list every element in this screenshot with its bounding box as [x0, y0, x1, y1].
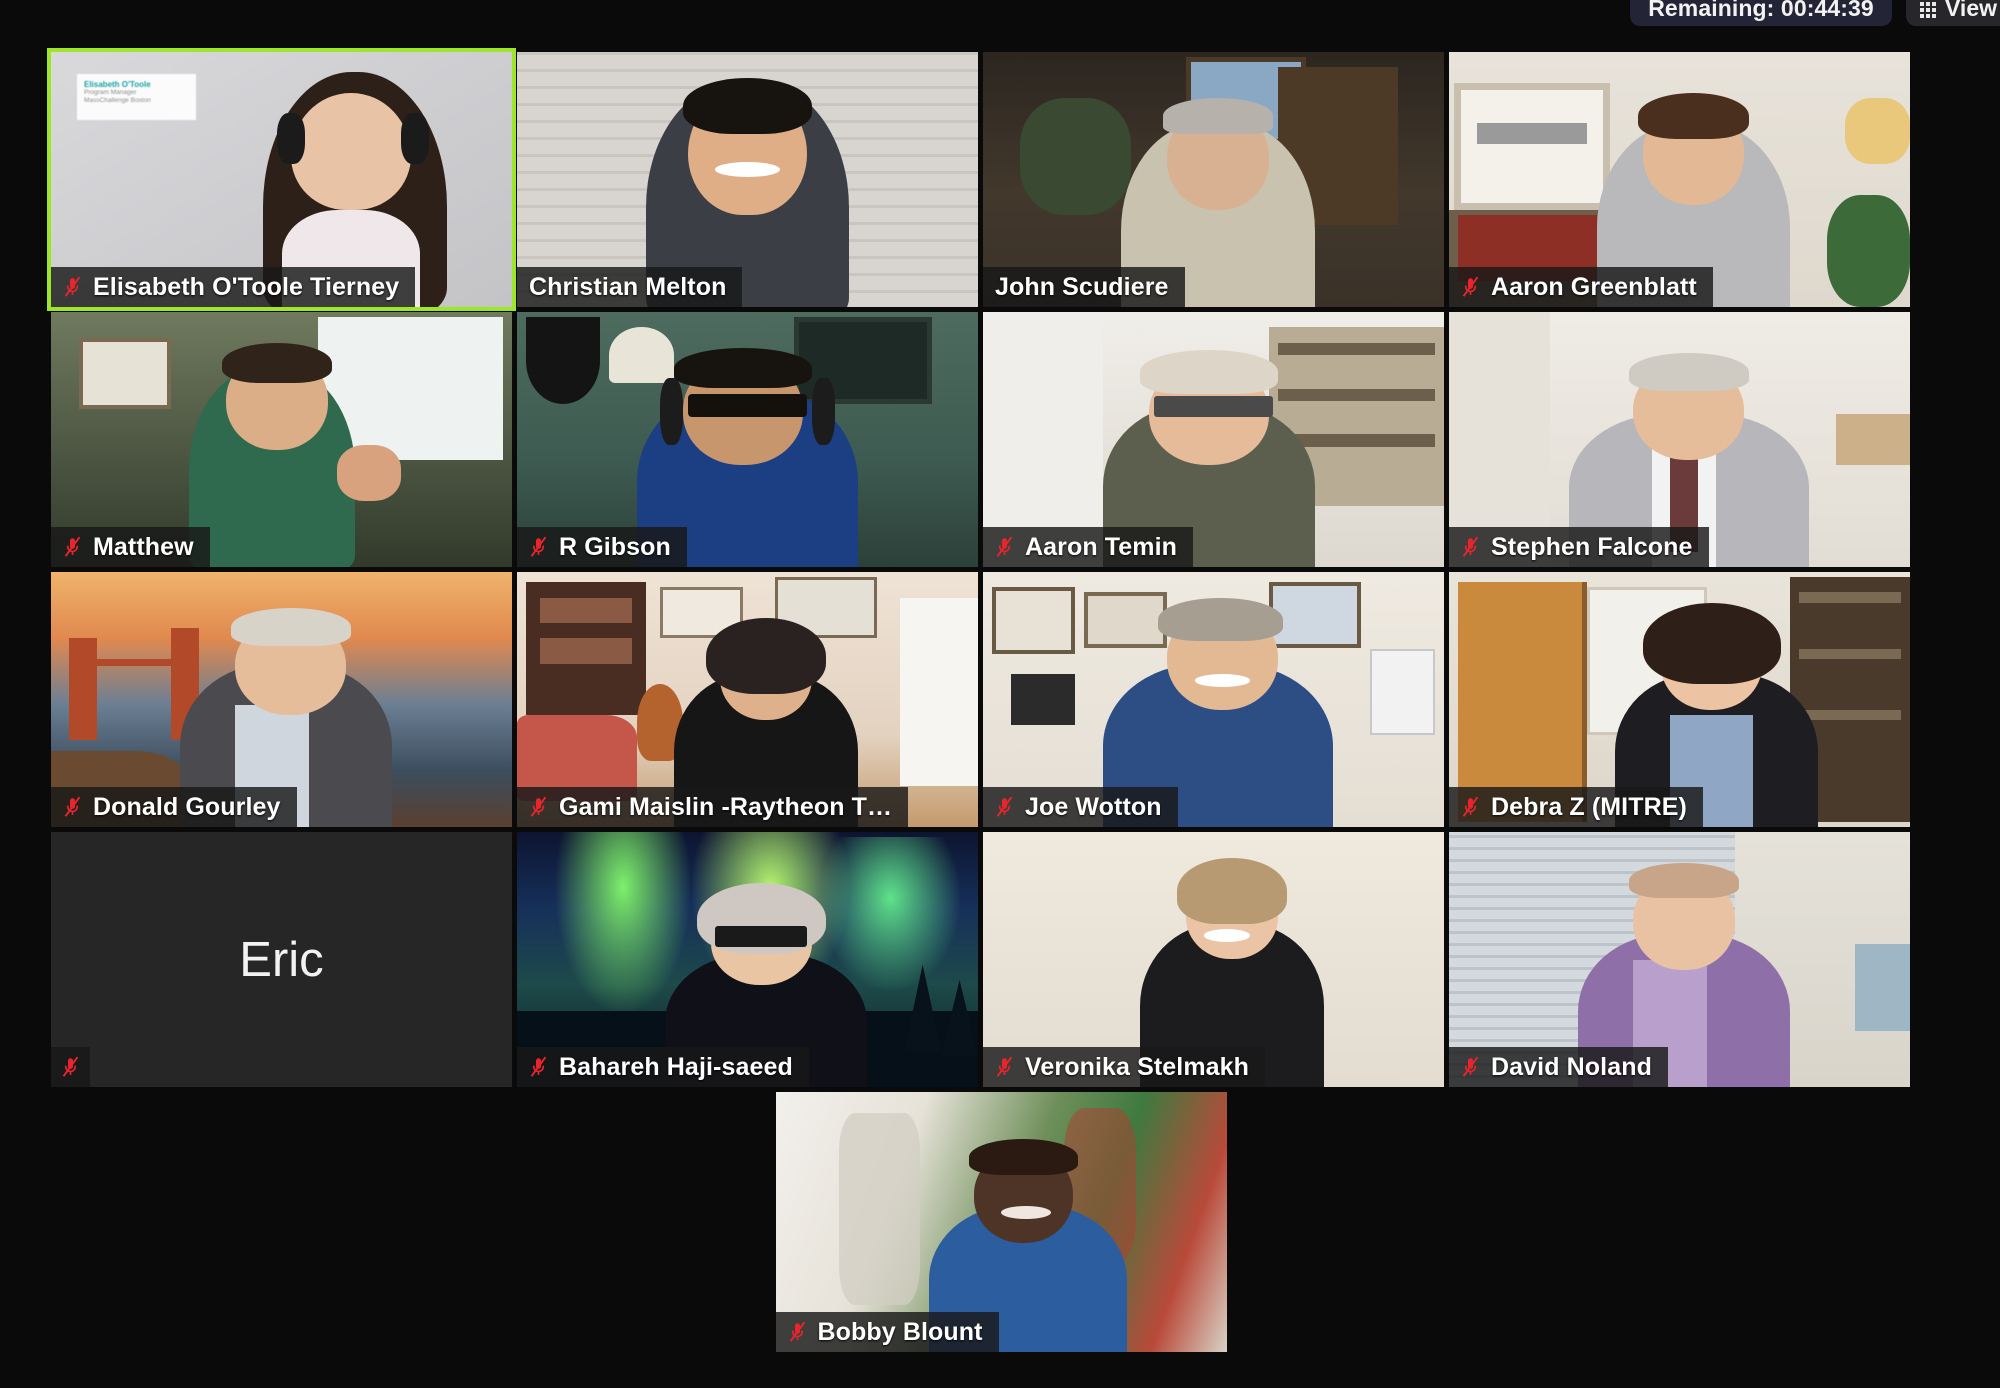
participant-name: Stephen Falcone [1491, 532, 1693, 561]
self-name-card-title: Program Manager [84, 89, 137, 97]
participant-name-bar: Aaron Temin [983, 527, 1194, 567]
participant-tile[interactable]: Debra Z (MITRE) [1449, 572, 1910, 827]
video-off-placeholder: Eric [51, 832, 512, 1087]
gallery-row: Elisabeth O'Toole Program Manager MassCh… [47, 48, 1951, 311]
participant-name: Aaron Temin [1025, 532, 1178, 561]
participant-name: Aaron Greenblatt [1491, 272, 1697, 301]
microphone-muted-icon [996, 536, 1013, 557]
meeting-top-bar: Remaining: 00:44:39 View [0, 0, 2000, 34]
participant-name: R Gibson [559, 532, 671, 561]
participant-tile[interactable]: Veronika Stelmakh [983, 832, 1444, 1087]
participant-name: John Scudiere [995, 272, 1169, 301]
microphone-muted-icon [530, 1056, 547, 1077]
participant-tile[interactable]: Gami Maislin -Raytheon T… [517, 572, 978, 827]
participant-tile[interactable]: Bobby Blount [775, 1092, 1227, 1352]
participant-tile[interactable]: Stephen Falcone [1449, 312, 1910, 567]
microphone-muted-icon [996, 1056, 1013, 1077]
participant-name-bar: Aaron Greenblatt [1449, 267, 1713, 307]
participant-name-bar: Stephen Falcone [1449, 527, 1709, 567]
participant-name: Donald Gourley [93, 792, 281, 821]
view-button[interactable]: View [1906, 0, 2000, 26]
participant-tile[interactable]: Aaron Greenblatt [1449, 52, 1910, 307]
participant-name-bar: Debra Z (MITRE) [1449, 787, 1703, 827]
gallery-row: Eric Bahareh Haji-saeed Veronika Stelmak… [51, 832, 1951, 1087]
participant-name-bar: R Gibson [517, 527, 687, 567]
self-name-card: Elisabeth O'Toole Program Manager MassCh… [77, 74, 196, 120]
participant-name-bar: Veronika Stelmakh [983, 1047, 1266, 1087]
participant-name-bar: Christian Melton [517, 267, 743, 307]
participant-name-bar: Donald Gourley [51, 787, 297, 827]
gallery-row: Bobby Blount [51, 1092, 1951, 1352]
microphone-muted-icon [1462, 796, 1479, 817]
microphone-muted-icon [530, 536, 547, 557]
participant-name-bar: Elisabeth O'Toole Tierney [51, 267, 416, 307]
participant-name-bar: David Noland [1449, 1047, 1668, 1087]
participant-tile[interactable]: Matthew [51, 312, 512, 567]
participant-name-bar: Joe Wotton [983, 787, 1178, 827]
gallery-row: Matthew R Gibson Aaron Temin Stephen Fal… [51, 312, 1951, 567]
participant-tile[interactable]: R Gibson [517, 312, 978, 567]
self-name-card-name: Elisabeth O'Toole [84, 80, 151, 89]
participant-name: Veronika Stelmakh [1025, 1052, 1250, 1081]
microphone-muted-icon [64, 796, 81, 817]
microphone-muted-icon [1462, 536, 1479, 557]
participant-name: Debra Z (MITRE) [1491, 792, 1687, 821]
participant-name: Bobby Blount [817, 1317, 983, 1346]
microphone-muted-icon [64, 536, 81, 557]
participant-name-bar [51, 1047, 90, 1087]
participant-tile[interactable]: John Scudiere [983, 52, 1444, 307]
microphone-muted-icon [1462, 1056, 1479, 1077]
participant-tile[interactable]: Donald Gourley [51, 572, 512, 827]
participant-display-name: Eric [239, 932, 324, 987]
participant-name-bar: Bahareh Haji-saeed [517, 1047, 809, 1087]
self-name-card-org: MassChallenge Boston [84, 97, 151, 105]
microphone-muted-icon [789, 1321, 805, 1342]
participant-gallery: Elisabeth O'Toole Program Manager MassCh… [47, 48, 1951, 1352]
participant-tile[interactable]: Eric [51, 832, 512, 1087]
participant-name: Bahareh Haji-saeed [559, 1052, 793, 1081]
participant-name-bar: Matthew [51, 527, 210, 567]
microphone-muted-icon [64, 276, 81, 297]
microphone-muted-icon [530, 796, 547, 817]
participant-name-bar: John Scudiere [983, 267, 1185, 307]
gallery-row: Donald Gourley Gami Maislin -Raytheon T…… [51, 572, 1951, 827]
participant-name: Christian Melton [529, 272, 727, 301]
participant-name-bar: Gami Maislin -Raytheon T… [517, 787, 909, 827]
participant-tile[interactable]: Joe Wotton [983, 572, 1444, 827]
participant-tile[interactable]: Christian Melton [517, 52, 978, 307]
microphone-muted-icon [62, 1056, 79, 1077]
view-button-label: View [1945, 0, 1997, 21]
microphone-muted-icon [1462, 276, 1479, 297]
participant-name: Elisabeth O'Toole Tierney [93, 272, 400, 301]
participant-tile[interactable]: Bahareh Haji-saeed [517, 832, 978, 1087]
participant-name: Matthew [93, 532, 194, 561]
participant-name: Gami Maislin -Raytheon T… [559, 792, 893, 821]
participant-tile[interactable]: Aaron Temin [983, 312, 1444, 567]
remaining-time-label: Remaining: 00:44:39 [1648, 0, 1874, 21]
microphone-muted-icon [996, 796, 1013, 817]
participant-name: Joe Wotton [1025, 792, 1162, 821]
participant-tile[interactable]: David Noland [1449, 832, 1910, 1087]
grid-icon [1920, 2, 1936, 18]
participant-tile[interactable]: Elisabeth O'Toole Program Manager MassCh… [47, 48, 516, 311]
remaining-time-pill: Remaining: 00:44:39 [1630, 0, 1892, 26]
participant-name: David Noland [1491, 1052, 1652, 1081]
participant-name-bar: Bobby Blount [775, 1312, 999, 1352]
